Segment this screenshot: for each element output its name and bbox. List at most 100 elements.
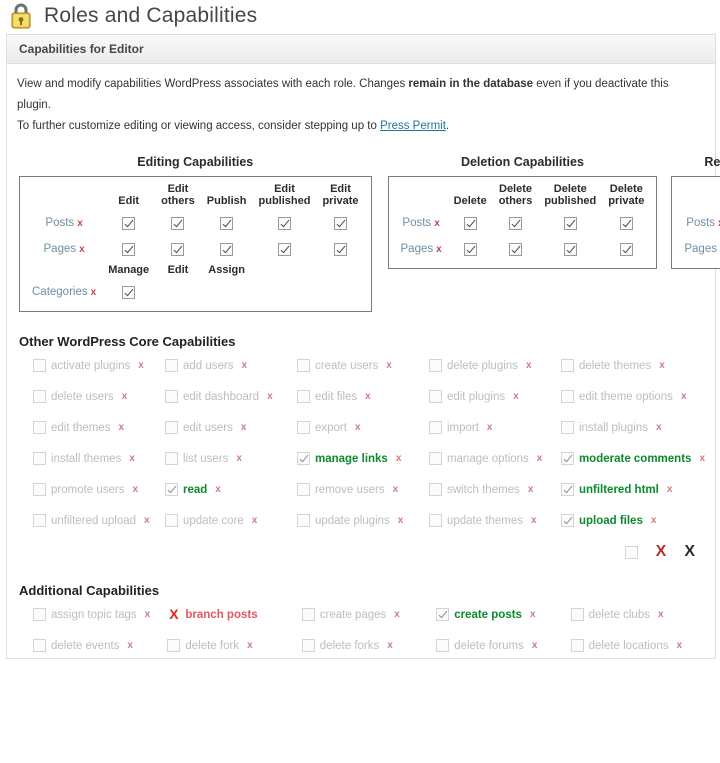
core-capability-item[interactable]: install themes x <box>33 452 165 465</box>
remove-x[interactable]: x <box>651 515 657 526</box>
additional-capability-item[interactable]: assign topic tags x <box>33 608 167 621</box>
core-capability-item[interactable]: edit themes x <box>33 421 165 434</box>
checkbox-tail[interactable] <box>624 545 638 559</box>
remove-x[interactable]: x <box>365 391 371 402</box>
checkbox-create-pages[interactable] <box>301 608 315 621</box>
remove-x[interactable]: x <box>537 453 543 464</box>
checkbox-activate-plugins[interactable] <box>33 359 46 372</box>
core-capability-item[interactable]: create users x <box>296 359 429 372</box>
core-capability-item[interactable]: list users x <box>164 452 297 465</box>
core-capability-item[interactable]: manage links x <box>296 452 429 465</box>
checkbox-pages-delete-published[interactable] <box>563 243 577 257</box>
remove-x[interactable]: x <box>394 609 400 620</box>
row-label-pages[interactable]: Pages x <box>26 236 102 262</box>
checkbox-create-posts[interactable] <box>436 608 450 621</box>
checkbox-pages-edit-published[interactable] <box>277 243 291 257</box>
remove-x[interactable]: x <box>118 422 124 433</box>
checkbox-delete-users[interactable] <box>33 390 46 403</box>
checkbox-edit-dashboard[interactable] <box>164 390 178 403</box>
remove-x[interactable]: x <box>386 360 392 371</box>
checkbox-delete-locations[interactable] <box>570 639 584 652</box>
core-capability-item[interactable]: delete themes x <box>560 359 705 372</box>
remove-x[interactable]: x <box>487 422 493 433</box>
checkbox-update-plugins[interactable] <box>296 514 310 527</box>
remove-x[interactable]: x <box>355 422 361 433</box>
checkbox-pages-edit-private[interactable] <box>333 243 347 257</box>
remove-x[interactable]: x <box>659 360 665 371</box>
remove-all-x-icon[interactable]: X <box>656 544 667 560</box>
checkbox-posts-delete-others[interactable] <box>509 217 523 231</box>
core-capability-item[interactable]: edit files x <box>296 390 429 403</box>
core-capability-item[interactable]: update themes x <box>428 514 561 527</box>
row-label-pages-read[interactable]: Pagesx <box>678 236 720 262</box>
core-capability-item[interactable]: unfiltered html x <box>560 483 705 496</box>
remove-x[interactable]: x <box>241 422 247 433</box>
core-capability-item[interactable]: edit plugins x <box>428 390 561 403</box>
checkbox-delete-forums[interactable] <box>436 639 450 652</box>
checkbox-remove-users[interactable] <box>296 483 310 496</box>
remove-x[interactable]: x <box>242 360 248 371</box>
core-capability-item[interactable]: upload files x <box>560 514 705 527</box>
checkbox-pages-delete-private[interactable] <box>619 243 633 257</box>
remove-x[interactable]: x <box>138 360 144 371</box>
checkbox-posts-delete-private[interactable] <box>619 217 633 231</box>
remove-x[interactable]: x <box>531 515 537 526</box>
checkbox-assign-topic-tags[interactable] <box>33 608 46 621</box>
checkbox-upload-files[interactable] <box>560 514 574 527</box>
checkbox-unfiltered-upload[interactable] <box>33 514 46 527</box>
checkbox-posts-edit[interactable] <box>122 217 136 231</box>
remove-x[interactable]: x <box>252 515 258 526</box>
checkbox-edit-plugins[interactable] <box>428 390 442 403</box>
checkbox-posts-edit-published[interactable] <box>277 217 291 231</box>
checkbox-pages-publish[interactable] <box>220 243 234 257</box>
checkbox-posts-delete[interactable] <box>463 217 477 231</box>
checkbox-create-users[interactable] <box>296 359 310 372</box>
checkbox-read[interactable] <box>164 483 178 496</box>
row-label-posts-del[interactable]: Posts x <box>395 210 448 236</box>
core-capability-item[interactable]: delete users x <box>33 390 165 403</box>
deny-x-icon[interactable]: X <box>167 607 180 621</box>
remove-x[interactable]: x <box>532 640 538 651</box>
remove-x[interactable]: x <box>677 640 683 651</box>
checkbox-posts-edit-others[interactable] <box>171 217 185 231</box>
checkbox-install-themes[interactable] <box>33 452 46 465</box>
additional-capability-item[interactable]: delete locations x <box>570 639 705 652</box>
core-capability-item[interactable]: read x <box>164 483 297 496</box>
additional-capability-item[interactable]: create pages x <box>301 608 436 621</box>
checkbox-categories-manage[interactable] <box>122 286 136 300</box>
core-capability-item[interactable]: promote users x <box>33 483 165 496</box>
core-capability-item[interactable]: activate plugins x <box>33 359 165 372</box>
additional-capability-item[interactable]: delete clubs x <box>570 608 705 621</box>
remove-x[interactable]: x <box>145 609 151 620</box>
checkbox-promote-users[interactable] <box>33 483 46 496</box>
checkbox-delete-forks[interactable] <box>301 639 315 652</box>
remove-x[interactable]: x <box>387 640 393 651</box>
checkbox-delete-events[interactable] <box>33 639 46 652</box>
core-capability-item[interactable]: remove users x <box>296 483 429 496</box>
core-capability-item[interactable]: install plugins x <box>560 421 705 434</box>
remove-x[interactable]: x <box>699 453 705 464</box>
core-capability-item[interactable]: edit dashboard x <box>164 390 297 403</box>
checkbox-unfiltered-html[interactable] <box>560 483 574 496</box>
checkbox-edit-theme-options[interactable] <box>560 390 574 403</box>
checkbox-pages-delete[interactable] <box>463 243 477 257</box>
remove-x[interactable]: x <box>526 360 532 371</box>
checkbox-add-users[interactable] <box>164 359 178 372</box>
remove-x[interactable]: x <box>513 391 519 402</box>
checkbox-edit-files[interactable] <box>296 390 310 403</box>
press-permit-link[interactable]: Press Permit <box>380 120 446 132</box>
checkbox-delete-clubs[interactable] <box>570 608 584 621</box>
remove-x[interactable]: x <box>267 391 273 402</box>
checkbox-moderate-comments[interactable] <box>560 452 574 465</box>
checkbox-delete-themes[interactable] <box>560 359 574 372</box>
checkbox-list-users[interactable] <box>164 452 178 465</box>
checkbox-manage-links[interactable] <box>296 452 310 465</box>
checkbox-export[interactable] <box>296 421 310 434</box>
additional-capability-item[interactable]: create posts x <box>436 608 570 621</box>
row-label-posts-read[interactable]: Postsx <box>678 210 720 236</box>
remove-x[interactable]: x <box>215 484 221 495</box>
remove-x[interactable]: x <box>236 453 242 464</box>
checkbox-import[interactable] <box>428 421 442 434</box>
core-capability-item[interactable]: add users x <box>164 359 297 372</box>
remove-x[interactable]: x <box>129 453 135 464</box>
